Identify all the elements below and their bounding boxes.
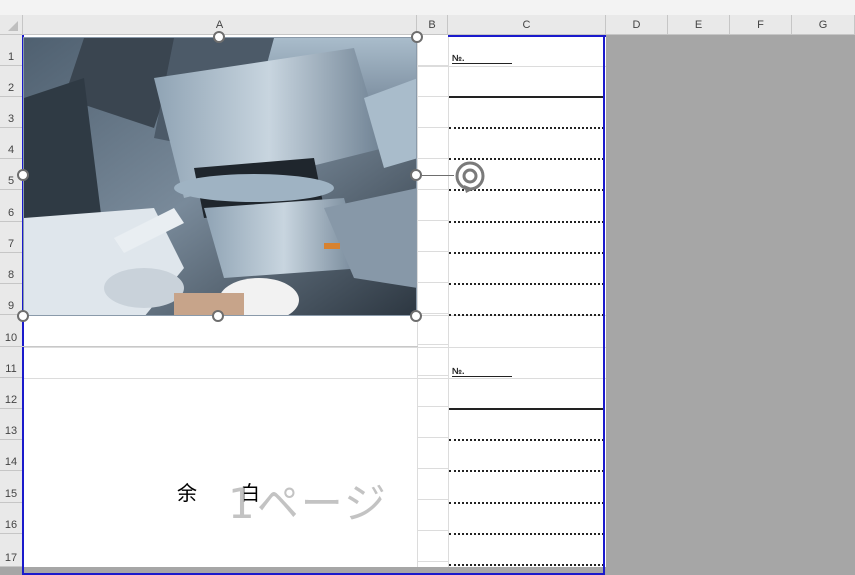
page-break-top: [448, 35, 606, 37]
selected-photo[interactable]: [23, 37, 417, 316]
row-header-6[interactable]: 6: [0, 190, 23, 222]
resize-handle-top-right[interactable]: [411, 31, 423, 43]
resize-handle-middle-left[interactable]: [17, 169, 29, 181]
resize-handle-middle-right[interactable]: [410, 169, 422, 181]
watermark-yohaku-1: 余: [177, 481, 197, 505]
page-break-separator: [22, 346, 418, 347]
rotate-icon[interactable]: [452, 159, 488, 195]
row-header-3[interactable]: 3: [0, 97, 23, 128]
watermark-page-label: 1ページ: [228, 479, 388, 528]
row-header-12[interactable]: 12: [0, 378, 23, 409]
row-header-1[interactable]: 1: [0, 35, 23, 66]
resize-handle-top-middle[interactable]: [213, 31, 225, 43]
ductwork-photo-icon: [24, 38, 416, 315]
row-header-13[interactable]: 13: [0, 409, 23, 440]
column-header-d[interactable]: D: [606, 15, 668, 35]
select-all-icon: [8, 21, 18, 31]
resize-handle-bottom-middle[interactable]: [212, 310, 224, 322]
column-header-g[interactable]: G: [792, 15, 855, 35]
resize-handle-bottom-right[interactable]: [410, 310, 422, 322]
row-header-8[interactable]: 8: [0, 253, 23, 284]
row-header-17[interactable]: 17: [0, 534, 23, 567]
row-header-14[interactable]: 14: [0, 440, 23, 471]
column-header-f[interactable]: F: [730, 15, 792, 35]
row-header-7[interactable]: 7: [0, 222, 23, 253]
column-header-e[interactable]: E: [668, 15, 730, 35]
row-header-16[interactable]: 16: [0, 503, 23, 534]
toolbar-strip: [0, 0, 855, 15]
column-header-b[interactable]: B: [417, 15, 448, 35]
resize-handle-bottom-left[interactable]: [17, 310, 29, 322]
row-header-15[interactable]: 15: [0, 471, 23, 503]
rotation-handle-connector: [422, 175, 454, 176]
row-header-4[interactable]: 4: [0, 128, 23, 159]
row-header-11[interactable]: 11: [0, 347, 23, 378]
row-header-2[interactable]: 2: [0, 66, 23, 97]
select-all-corner[interactable]: [0, 15, 23, 35]
column-header-c[interactable]: C: [448, 15, 606, 35]
